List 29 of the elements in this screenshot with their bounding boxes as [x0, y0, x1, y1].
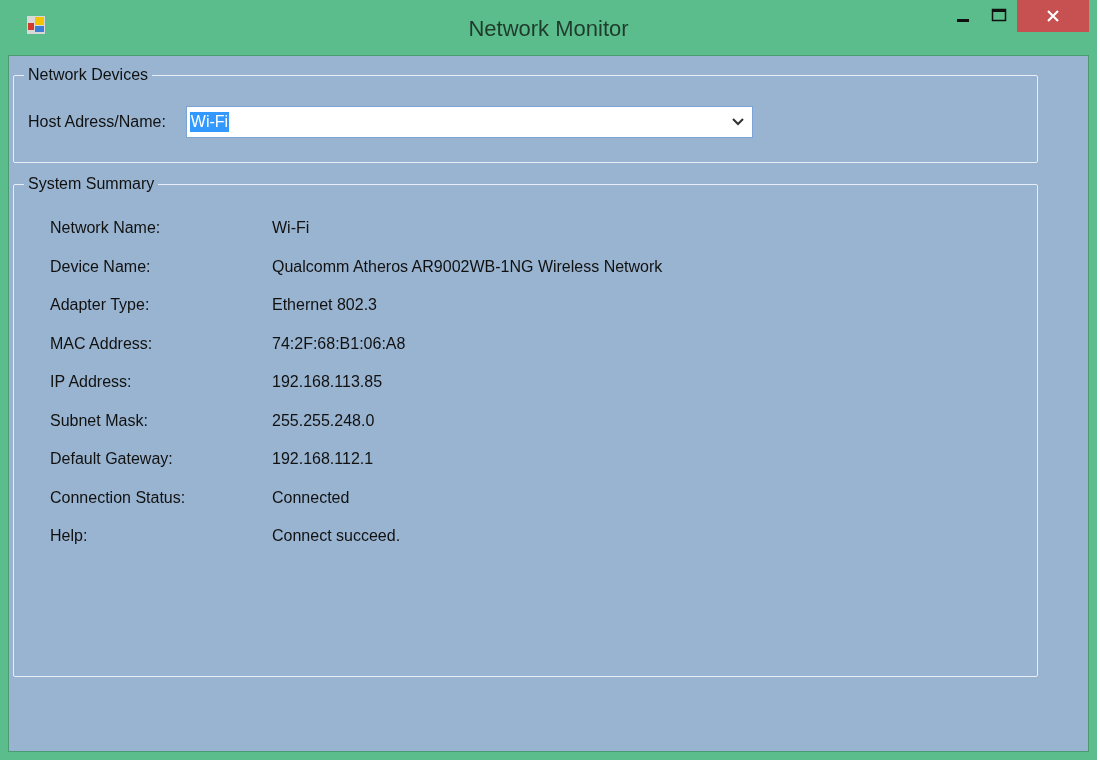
- info-label: MAC Address:: [50, 334, 153, 353]
- info-label: Default Gateway:: [50, 450, 173, 469]
- app-icon: [26, 14, 46, 35]
- maximize-icon: [991, 8, 1007, 22]
- close-icon: [1046, 9, 1060, 23]
- field-label: Host Adress/Name:: [28, 113, 166, 131]
- info-value: Ethernet 802.3: [272, 296, 377, 315]
- group-title: Network Devices: [27, 66, 150, 84]
- window-title: Network Monitor: [468, 16, 629, 41]
- info-label: Adapter Type:: [50, 296, 150, 315]
- info-label: Device Name:: [50, 257, 151, 276]
- info-value: 192.168.112.1: [272, 450, 374, 469]
- info-label: Subnet Mask:: [50, 411, 148, 430]
- info-value: 192.168.113.85: [272, 373, 383, 392]
- info-label: Connection Status:: [50, 488, 186, 507]
- host-dropdown[interactable]: Wi-Fi: [185, 106, 753, 138]
- info-value: Qualcomm Atheros AR9002WB-1NG Wireless Network: [272, 257, 663, 276]
- info-value: 255.255.248.0: [272, 411, 375, 430]
- group-title: System Summary: [27, 175, 156, 193]
- minimize-icon: [957, 18, 969, 22]
- info-value: Wi-Fi: [272, 219, 310, 238]
- info-label: Network Name:: [50, 219, 161, 238]
- close-button[interactable]: [1017, 0, 1089, 32]
- info-label: IP Address:: [50, 373, 132, 392]
- info-value: Connected: [272, 488, 350, 507]
- info-label: Help:: [50, 527, 88, 546]
- info-value: Connect succeed.: [272, 527, 401, 546]
- info-value: 74:2F:68:B1:06:A8: [272, 334, 406, 353]
- chevron-down-icon: [731, 118, 744, 126]
